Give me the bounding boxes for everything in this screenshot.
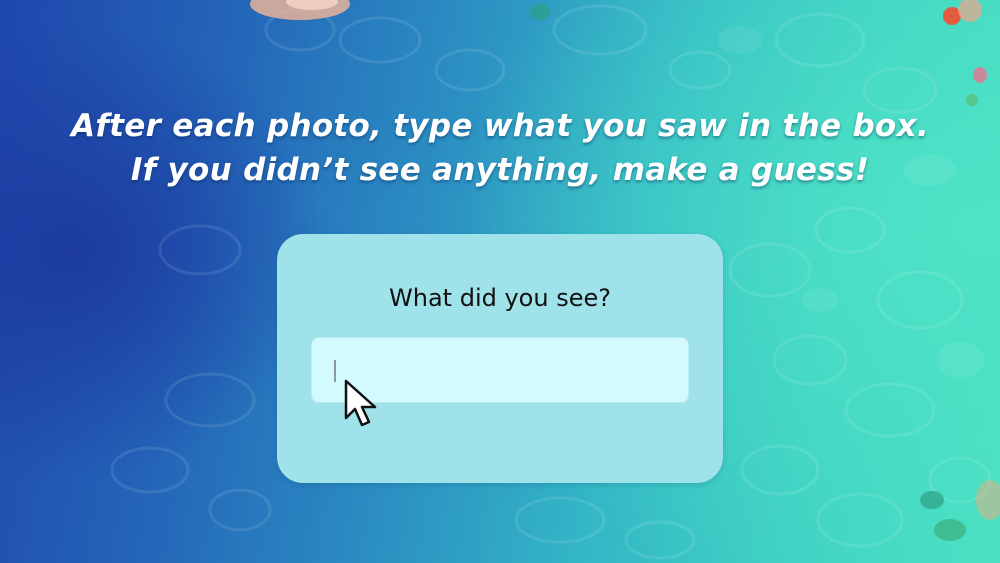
instructions-text: After each photo, type what you saw in t…: [0, 104, 1000, 192]
mouse-pointer-icon: [344, 379, 377, 427]
answer-panel: What did you see?: [277, 234, 723, 483]
text-caret: [334, 360, 336, 382]
instructions-line-2: If you didn’t see anything, make a guess…: [130, 152, 870, 188]
question-label: What did you see?: [389, 284, 611, 312]
instructions-line-1: After each photo, type what you saw in t…: [71, 108, 929, 144]
underwater-background: After each photo, type what you saw in t…: [0, 0, 1000, 563]
